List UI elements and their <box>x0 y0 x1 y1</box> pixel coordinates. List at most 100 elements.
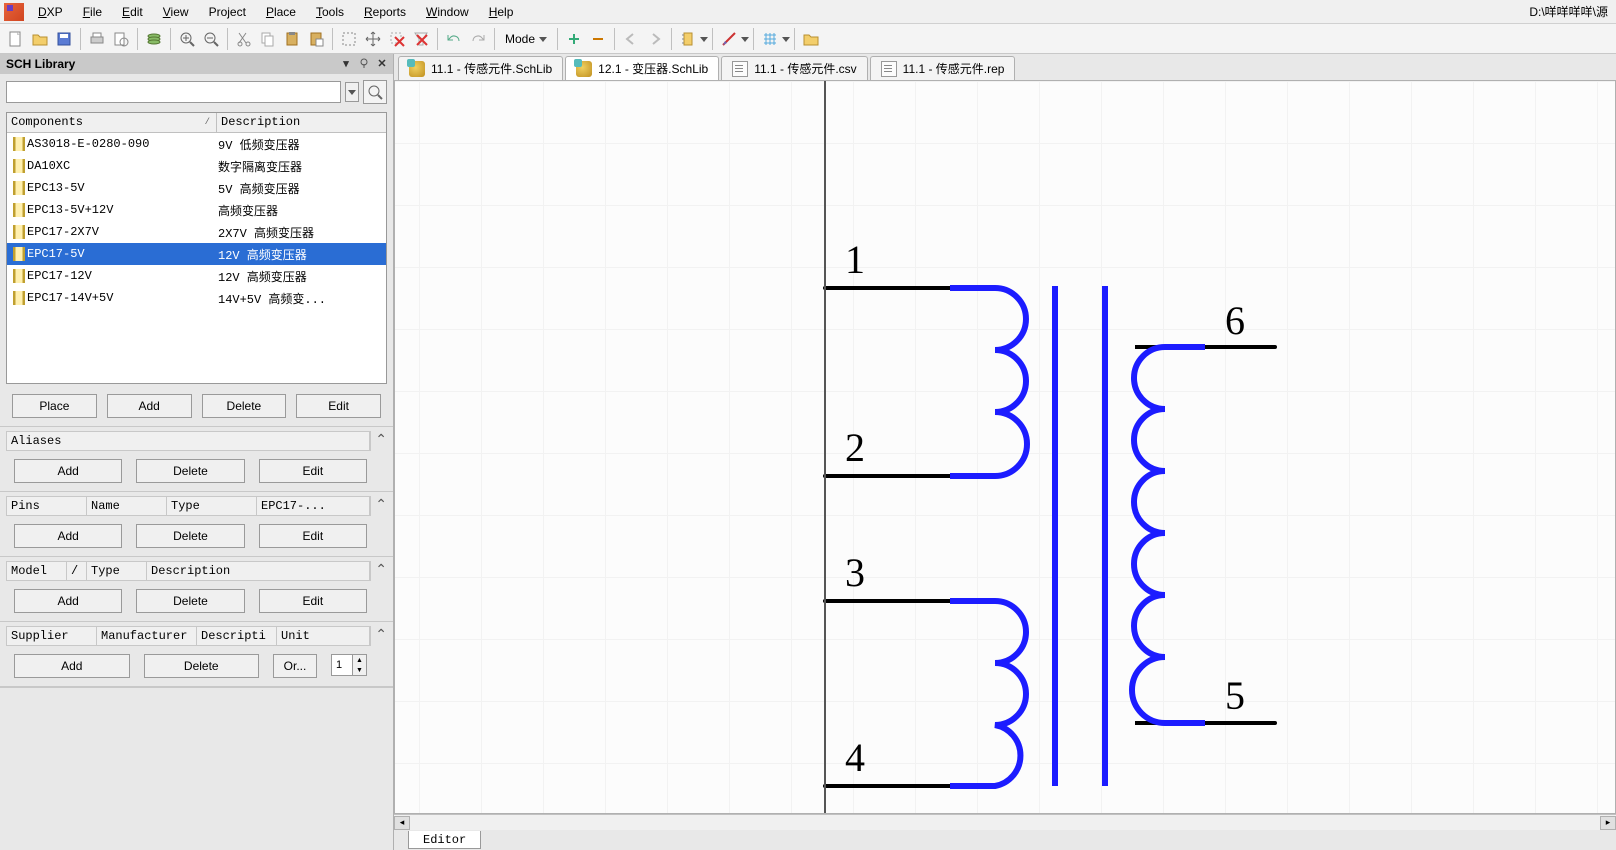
document-tab[interactable]: 11.1 - 传感元件.SchLib <box>398 56 563 80</box>
select-rect-button[interactable] <box>337 27 361 51</box>
plus-button[interactable] <box>562 27 586 51</box>
menu-dxp[interactable]: DXP <box>28 2 73 22</box>
minus-button[interactable] <box>586 27 610 51</box>
aliases-delete-button[interactable]: Delete <box>136 459 244 483</box>
paste-button[interactable] <box>280 27 304 51</box>
menu-reports[interactable]: Reports <box>354 2 416 22</box>
scroll-left-icon[interactable]: ◂ <box>394 816 410 830</box>
pins-add-button[interactable]: Add <box>14 524 122 548</box>
zoom-out-button[interactable] <box>199 27 223 51</box>
model-edit-button[interactable]: Edit <box>259 589 367 613</box>
collapse-icon[interactable]: ⌃ <box>375 431 387 448</box>
schematic-canvas[interactable]: 1 2 3 4 6 5 <box>394 80 1616 814</box>
component-button[interactable] <box>676 27 700 51</box>
aliases-add-button[interactable]: Add <box>14 459 122 483</box>
component-row[interactable]: EPC17-12V 12V 高频变压器 <box>7 265 386 287</box>
component-row[interactable]: EPC13-5V+12V 高频变压器 <box>7 199 386 221</box>
report-icon <box>732 61 748 77</box>
edit-button[interactable]: Edit <box>296 394 381 418</box>
clear-filter-button[interactable] <box>409 27 433 51</box>
mode-dropdown[interactable]: Mode <box>499 32 553 46</box>
place-button[interactable]: Place <box>12 394 97 418</box>
menu-tools[interactable]: Tools <box>306 2 354 22</box>
supplier-add-button[interactable]: Add <box>14 654 130 678</box>
component-row[interactable]: EPC17-14V+5V 14V+5V 高频变... <box>7 287 386 309</box>
component-row[interactable]: AS3018-E-0280-090 9V 低频变压器 <box>7 133 386 155</box>
open-button[interactable] <box>28 27 52 51</box>
bottom-tabs: Editor <box>394 830 1616 850</box>
component-name: EPC17-14V+5V <box>25 291 215 305</box>
component-row[interactable]: EPC13-5V 5V 高频变压器 <box>7 177 386 199</box>
spin-up-icon[interactable]: ▲ <box>353 655 366 665</box>
panel-pin-icon[interactable] <box>355 55 373 71</box>
menu-place[interactable]: Place <box>256 2 306 22</box>
delete-button[interactable]: Delete <box>202 394 287 418</box>
scroll-right-icon[interactable]: ▸ <box>1600 816 1616 830</box>
library-filter-input[interactable] <box>6 81 341 103</box>
pins-header[interactable]: Pins Name Type EPC17-... <box>6 496 371 516</box>
menu-window[interactable]: Window <box>416 2 479 22</box>
print-preview-button[interactable] <box>109 27 133 51</box>
find-component-button[interactable] <box>363 80 387 104</box>
svg-text:2: 2 <box>845 425 865 470</box>
undo-button[interactable] <box>442 27 466 51</box>
supplier-order-button[interactable]: Or... <box>273 654 317 678</box>
stack-button[interactable] <box>142 27 166 51</box>
zoom-in-button[interactable] <box>175 27 199 51</box>
component-list-header[interactable]: Components/ Description <box>7 113 386 133</box>
cut-button[interactable] <box>232 27 256 51</box>
supplier-delete-button[interactable]: Delete <box>144 654 260 678</box>
redo-button[interactable] <box>466 27 490 51</box>
chevron-down-icon <box>782 35 790 43</box>
document-tab[interactable]: 11.1 - 传感元件.rep <box>870 56 1016 80</box>
menu-file[interactable]: File <box>73 2 112 22</box>
pins-edit-button[interactable]: Edit <box>259 524 367 548</box>
component-icon <box>7 247 25 261</box>
quantity-spinner[interactable]: 1 ▲▼ <box>331 654 367 676</box>
draw-tool-button[interactable] <box>717 27 741 51</box>
panel-dropdown-icon[interactable]: ▾ <box>337 55 355 71</box>
model-delete-button[interactable]: Delete <box>136 589 244 613</box>
component-row[interactable]: EPC17-5V 12V 高频变压器 <box>7 243 386 265</box>
component-row[interactable]: DA10XC 数字隔离变压器 <box>7 155 386 177</box>
model-header[interactable]: Model / Type Description <box>6 561 371 581</box>
svg-text:6: 6 <box>1225 298 1245 343</box>
tab-editor[interactable]: Editor <box>408 831 481 849</box>
document-tabs: 11.1 - 传感元件.SchLib 12.1 - 变压器.SchLib 11.… <box>394 54 1616 80</box>
collapse-icon[interactable]: ⌃ <box>375 561 387 578</box>
spin-down-icon[interactable]: ▼ <box>353 665 366 675</box>
panel-close-icon[interactable]: ✕ <box>373 55 391 71</box>
supplier-header[interactable]: Supplier Manufacturer Descripti Unit <box>6 626 371 646</box>
menu-project[interactable]: Project <box>199 2 256 22</box>
copy-button[interactable] <box>256 27 280 51</box>
collapse-icon[interactable]: ⌃ <box>375 626 387 643</box>
pins-delete-button[interactable]: Delete <box>136 524 244 548</box>
menu-help[interactable]: Help <box>479 2 524 22</box>
filter-dropdown-button[interactable] <box>345 82 359 102</box>
document-tab[interactable]: 11.1 - 传感元件.csv <box>721 56 867 80</box>
aliases-edit-button[interactable]: Edit <box>259 459 367 483</box>
schlib-icon <box>576 61 592 77</box>
move-button[interactable] <box>361 27 385 51</box>
model-add-button[interactable]: Add <box>14 589 122 613</box>
menu-view[interactable]: View <box>153 2 199 22</box>
horizontal-scrollbar[interactable]: ◂ ▸ <box>394 814 1616 830</box>
nav-forward-button[interactable] <box>643 27 667 51</box>
component-icon <box>7 225 25 239</box>
menu-edit[interactable]: Edit <box>112 2 153 22</box>
folder-button[interactable] <box>799 27 823 51</box>
component-icon <box>7 203 25 217</box>
new-file-button[interactable] <box>4 27 28 51</box>
paste-special-button[interactable] <box>304 27 328 51</box>
nav-back-button[interactable] <box>619 27 643 51</box>
aliases-header[interactable]: Aliases <box>6 431 371 451</box>
component-row[interactable]: EPC17-2X7V 2X7V 高频变压器 <box>7 221 386 243</box>
grid-toggle-button[interactable] <box>758 27 782 51</box>
add-button[interactable]: Add <box>107 394 192 418</box>
deselect-button[interactable] <box>385 27 409 51</box>
collapse-icon[interactable]: ⌃ <box>375 496 387 513</box>
component-desc: 9V 低频变压器 <box>215 136 386 153</box>
save-button[interactable] <box>52 27 76 51</box>
print-button[interactable] <box>85 27 109 51</box>
document-tab[interactable]: 12.1 - 变压器.SchLib <box>565 56 719 80</box>
